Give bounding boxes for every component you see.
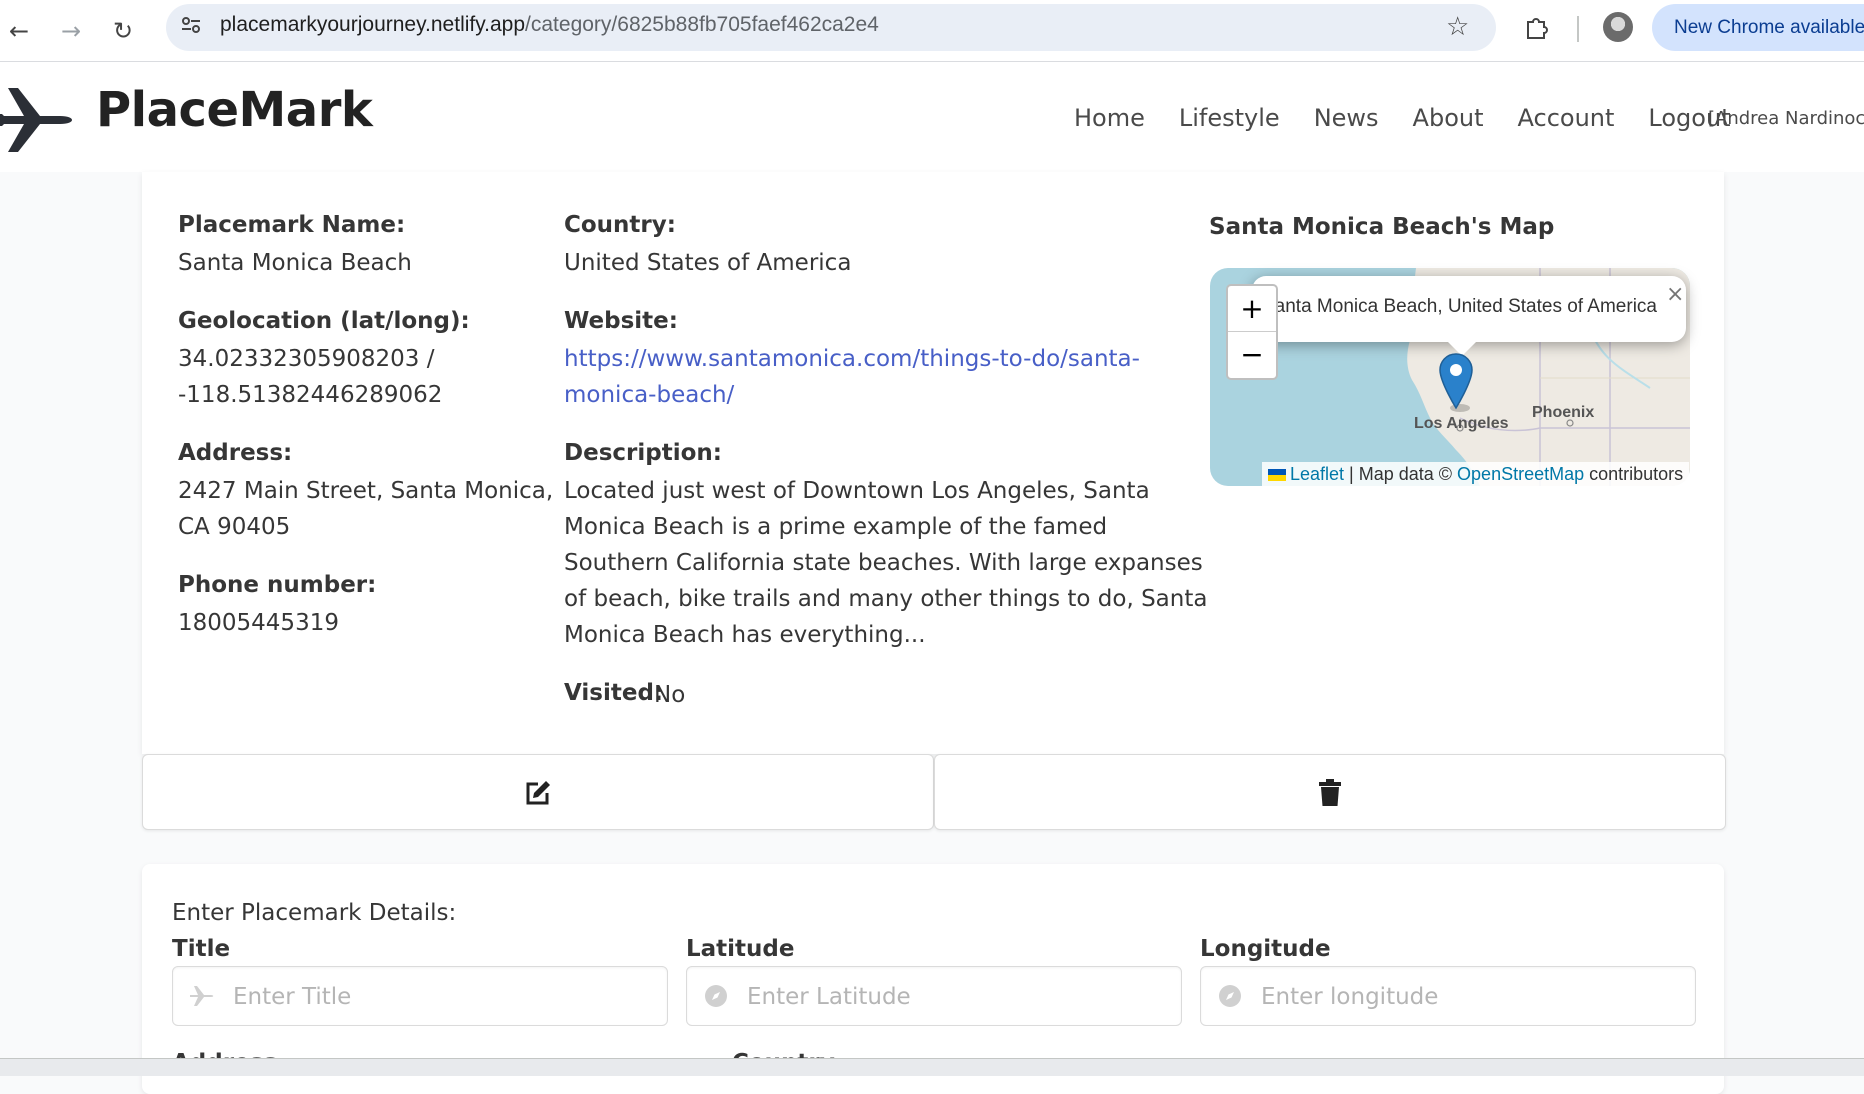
map-marker-icon[interactable] xyxy=(1438,352,1474,414)
menu-home[interactable]: Home xyxy=(1074,104,1145,132)
latitude-field xyxy=(686,966,1182,1027)
leaflet-link[interactable]: Leaflet xyxy=(1290,464,1344,484)
phone-value: 18005445319 xyxy=(178,610,339,636)
address-line-1: 2427 Main Street, Santa Monica, xyxy=(178,478,554,504)
compass-input-icon xyxy=(1219,985,1241,1007)
url-domain: placemarkyourjourney.netlify.app xyxy=(220,13,526,36)
latitude-input[interactable] xyxy=(745,967,1169,1027)
placemark-name-label: Placemark Name: xyxy=(178,212,406,238)
zoom-in-button[interactable]: + xyxy=(1228,286,1276,332)
visited-label: Visited: xyxy=(564,680,664,706)
latitude-value: 34.02332305908203 / xyxy=(178,346,435,372)
attribution-end: contributors xyxy=(1584,464,1684,484)
delete-placemark-button[interactable] xyxy=(934,754,1726,830)
extensions-icon[interactable] xyxy=(1524,14,1550,40)
address-label: Address: xyxy=(178,440,293,466)
title-label: Title xyxy=(172,936,231,962)
menu-about[interactable]: About xyxy=(1413,104,1484,132)
popup-close-icon[interactable]: × xyxy=(1666,282,1684,307)
description-line: of beach, bike trails and many other thi… xyxy=(564,586,1208,612)
geolocation-label: Geolocation (lat/long): xyxy=(178,308,470,334)
longitude-field xyxy=(1200,966,1696,1027)
placemark-name: Santa Monica Beach xyxy=(178,250,412,276)
longitude-input[interactable] xyxy=(1259,967,1683,1027)
chrome-update-button[interactable]: New Chrome available xyxy=(1652,4,1864,51)
main-menu: Home Lifestyle News About Account Logout xyxy=(1074,104,1765,132)
website-label: Website: xyxy=(564,308,678,334)
plane-icon[interactable] xyxy=(0,78,74,158)
back-icon[interactable]: ← xyxy=(0,12,38,50)
profile-avatar[interactable] xyxy=(1603,12,1633,42)
url-path: /category/6825b88fb705faef462ca2e4 xyxy=(525,13,879,36)
brand-name[interactable]: PlaceMark xyxy=(96,82,373,138)
map-label-phoenix: Phoenix xyxy=(1532,404,1595,421)
title-input[interactable] xyxy=(231,967,655,1027)
edit-icon xyxy=(526,781,550,805)
zoom-out-button[interactable]: − xyxy=(1228,332,1276,377)
site-info-icon[interactable] xyxy=(180,14,202,36)
form-heading: Enter Placemark Details: xyxy=(172,900,457,926)
ukraine-flag-icon xyxy=(1268,469,1286,481)
map-label-los-angeles: Los Angeles xyxy=(1414,415,1509,432)
longitude-value: -118.51382446289062 xyxy=(178,382,443,408)
website-link-line-1[interactable]: https://www.santamonica.com/things-to-do… xyxy=(564,341,1140,377)
attribution-text: | Map data © xyxy=(1344,464,1458,484)
chrome-update-label: New Chrome available xyxy=(1674,17,1864,38)
map-popup-text: Santa Monica Beach, United States of Ame… xyxy=(1262,296,1657,317)
reload-icon[interactable]: ↻ xyxy=(104,12,142,50)
description-line: Monica Beach has everything... xyxy=(564,622,926,648)
menu-news[interactable]: News xyxy=(1314,104,1379,132)
menu-account[interactable]: Account xyxy=(1518,104,1615,132)
menu-lifestyle[interactable]: Lifestyle xyxy=(1179,104,1280,132)
trash-icon xyxy=(1319,779,1341,806)
description-label: Description: xyxy=(564,440,722,466)
map-popup: Santa Monica Beach, United States of Ame… xyxy=(1252,276,1686,342)
compass-input-icon xyxy=(705,985,727,1007)
longitude-label: Longitude xyxy=(1200,936,1331,962)
map-attribution: Leaflet | Map data © OpenStreetMap contr… xyxy=(1262,462,1690,486)
title-field xyxy=(172,966,668,1027)
zoom-control: + − xyxy=(1226,284,1278,380)
plane-input-icon xyxy=(190,986,214,1006)
website-link-line-2[interactable]: monica-beach/ xyxy=(564,377,734,413)
browser-bottom-bar xyxy=(0,1058,1864,1076)
logged-in-user: [Andrea Nardinocchi] xyxy=(1708,108,1864,129)
country-value: United States of America xyxy=(564,250,852,276)
phone-label: Phone number: xyxy=(178,572,377,598)
address-line-2: CA 90405 xyxy=(178,514,291,540)
description-line: Southern California state beaches. With … xyxy=(564,550,1203,576)
description-line: Located just west of Downtown Los Angele… xyxy=(564,478,1150,504)
url-text[interactable]: placemarkyourjourney.netlify.app/categor… xyxy=(220,13,879,37)
description-line: Monica Beach is a prime example of the f… xyxy=(564,514,1108,540)
site-header: PlaceMark Home Lifestyle News About Account L… xyxy=(0,62,1864,172)
edit-placemark-button[interactable] xyxy=(142,754,934,830)
map-title: Santa Monica Beach's Map xyxy=(1209,214,1555,240)
osm-link[interactable]: OpenStreetMap xyxy=(1457,464,1584,484)
latitude-label: Latitude xyxy=(686,936,795,962)
toolbar-divider xyxy=(1577,16,1579,42)
browser-toolbar: ← → ↻ placemarkyourjourney.netlify.app/c… xyxy=(0,0,1864,62)
visited-value: No xyxy=(654,682,686,708)
country-label: Country: xyxy=(564,212,676,238)
forward-icon[interactable]: → xyxy=(52,12,90,50)
bookmark-star-icon[interactable]: ☆ xyxy=(1446,12,1469,42)
